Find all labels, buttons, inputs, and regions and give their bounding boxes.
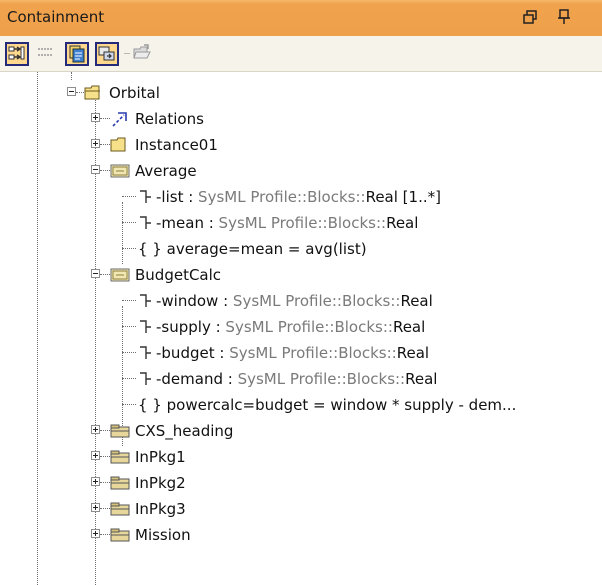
package-icon [110,448,130,466]
tree-node-mean-property[interactable]: -mean : SysML Profile::Blocks::Real [0,210,602,236]
package-icon [110,500,130,518]
restore-window-icon[interactable] [522,9,538,25]
show-tree-icon [8,46,25,60]
package-icon [110,526,130,544]
tree-node-inpkg3[interactable]: InPkg3 [0,496,602,522]
collapse-toggle[interactable] [91,269,100,278]
relations-icon [110,110,130,128]
tree-node-label: { } average=mean = avg(list) [138,240,367,258]
tree-node-inpkg2[interactable]: InPkg2 [0,470,602,496]
tree-node-label: -budget : SysML Profile::Blocks::Real [156,344,430,362]
expand-toggle[interactable] [91,477,100,486]
open-folder-button[interactable] [132,42,156,66]
expand-toggle[interactable] [91,451,100,460]
link-views-button[interactable] [35,42,59,66]
tree-node-supply-property[interactable]: -supply : SysML Profile::Blocks::Real [0,314,602,340]
tree-node-label: -list : SysML Profile::Blocks::Real [1..… [156,188,441,206]
panel-title: Containment [7,8,105,26]
constraint-block-icon [110,266,130,284]
tree-node-mission[interactable]: Mission [0,522,602,548]
tree-node-demand-property[interactable]: -demand : SysML Profile::Blocks::Real [0,366,602,392]
property-icon [136,188,156,206]
tree-node-instance01[interactable]: Instance01 [0,132,602,158]
collapse-toggle[interactable] [67,87,76,96]
tree-node-label: Orbital [109,84,160,102]
filter-icon [98,46,115,61]
property-icon [136,344,156,362]
tree-node-window-property[interactable]: -window : SysML Profile::Blocks::Real [0,288,602,314]
tree-node-label: { } powercalc=budget = window * supply -… [138,396,517,414]
tree-node-label: CXS_heading [135,422,234,440]
constraint-block-icon [110,162,130,180]
tree-guide-line [71,72,72,80]
tree-node-budgetcalc[interactable]: BudgetCalc [0,262,602,288]
tree-node-average[interactable]: Average [0,158,602,184]
folder-icon [110,136,130,154]
tree-node-label: InPkg3 [135,500,186,518]
tree-node-list-property[interactable]: -list : SysML Profile::Blocks::Real [1..… [0,184,602,210]
model-browser-icon [69,45,85,63]
containment-toolbar [0,36,602,72]
property-icon [136,292,156,310]
tree-node-powercalc-constraint[interactable]: { } powercalc=budget = window * supply -… [0,392,602,418]
tree-node-label: InPkg2 [135,474,186,492]
collapse-toggle[interactable] [91,165,100,174]
tree-node-label: InPkg1 [135,448,186,466]
filter-button[interactable] [95,42,119,66]
model-browser-button[interactable] [65,42,89,66]
folder-open-icon [84,84,104,102]
tree-node-label: -window : SysML Profile::Blocks::Real [156,292,433,310]
expand-toggle[interactable] [91,529,100,538]
tree-node-label: Mission [135,526,191,544]
tree-node-label: -mean : SysML Profile::Blocks::Real [156,214,419,232]
expand-toggle[interactable] [91,139,100,148]
tree-node-average-constraint[interactable]: { } average=mean = avg(list) [0,236,602,262]
tree-node-label: -demand : SysML Profile::Blocks::Real [156,370,438,388]
link-views-icon [38,48,52,56]
tree-node-label: Average [135,162,197,180]
tree-node-label: Instance01 [135,136,218,154]
tree-node-label: -supply : SysML Profile::Blocks::Real [156,318,426,336]
show-tree-button[interactable] [5,42,29,66]
tree-node-label: Relations [135,110,204,128]
tree-node-inpkg1[interactable]: InPkg1 [0,444,602,470]
property-icon [136,370,156,388]
property-icon [136,318,156,336]
package-icon [110,422,130,440]
package-icon [110,474,130,492]
property-icon [136,214,156,232]
pin-icon[interactable] [556,9,572,25]
containment-tree: Orbital Relations Instance01 Average -li… [0,72,602,585]
expand-toggle[interactable] [91,503,100,512]
tree-node-label: BudgetCalc [135,266,222,284]
expand-toggle[interactable] [91,425,100,434]
tree-node-budget-property[interactable]: -budget : SysML Profile::Blocks::Real [0,340,602,366]
panel-title-bar: Containment [0,0,602,36]
expand-toggle[interactable] [91,113,100,122]
tree-node-orbital[interactable]: Orbital [0,80,602,106]
containment-panel: Containment Orbital Relations Instance01… [0,0,602,585]
tree-node-relations[interactable]: Relations [0,106,602,132]
toolbar-separator [124,53,130,54]
open-folder-icon [133,44,151,59]
tree-node-cxs-heading[interactable]: CXS_heading [0,418,602,444]
